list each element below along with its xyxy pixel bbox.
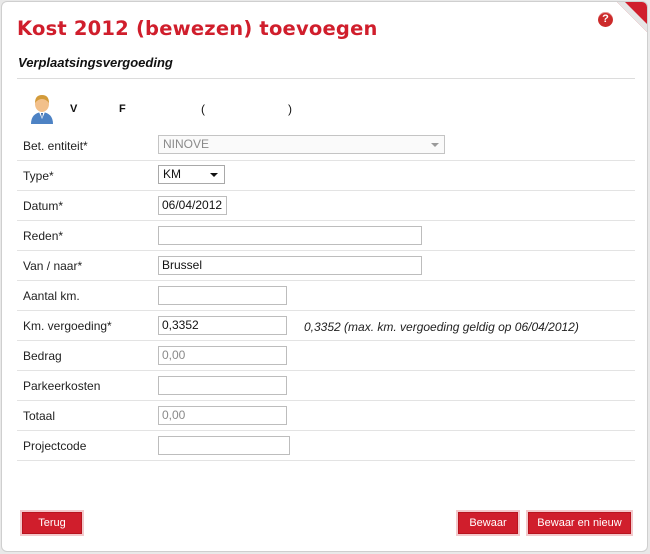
user-initial-second: F <box>119 103 126 115</box>
section-subtitle: Verplaatsingsvergoeding <box>18 55 173 70</box>
row-parkeerkosten: Parkeerkosten <box>17 371 635 401</box>
type-select[interactable]: KM <box>158 165 225 184</box>
divider <box>17 78 635 79</box>
row-datum: Datum* 06/04/2012 <box>17 191 635 221</box>
km-vergoeding-label: Km. vergoeding* <box>23 319 112 333</box>
entity-select: NINOVE <box>158 135 445 154</box>
bedrag-label: Bedrag <box>23 349 62 363</box>
reden-input[interactable] <box>158 226 422 245</box>
datum-label: Datum* <box>23 199 64 213</box>
reden-label: Reden* <box>23 229 64 243</box>
help-icon[interactable]: ? <box>598 12 613 27</box>
aantal-km-input[interactable] <box>158 286 287 305</box>
row-entity: Bet. entiteit* NINOVE <box>17 131 635 161</box>
projectcode-input[interactable] <box>158 436 290 455</box>
save-button[interactable]: Bewaar <box>458 512 518 534</box>
chevron-down-icon <box>431 143 439 147</box>
page-curl-icon <box>617 2 647 32</box>
type-label: Type* <box>23 169 54 183</box>
user-paren-close: ) <box>288 102 292 116</box>
van-naar-label: Van / naar* <box>23 259 83 273</box>
save-and-new-button[interactable]: Bewaar en nieuw <box>528 512 631 534</box>
person-icon <box>31 95 53 124</box>
user-paren-open: ( <box>201 102 205 116</box>
datum-input[interactable]: 06/04/2012 <box>158 196 227 215</box>
km-vergoeding-input[interactable]: 0,3352 <box>158 316 287 335</box>
type-value: KM <box>163 167 181 181</box>
entity-value: NINOVE <box>163 137 210 151</box>
totaal-input: 0,00 <box>158 406 287 425</box>
bedrag-input: 0,00 <box>158 346 287 365</box>
row-aantal-km: Aantal km. <box>17 281 635 311</box>
aantal-km-label: Aantal km. <box>23 289 80 303</box>
row-van-naar: Van / naar* Brussel <box>17 251 635 281</box>
van-naar-input[interactable]: Brussel <box>158 256 422 275</box>
totaal-label: Totaal <box>23 409 56 423</box>
chevron-down-icon <box>210 173 218 177</box>
entity-label: Bet. entiteit* <box>23 139 88 153</box>
projectcode-label: Projectcode <box>23 439 87 453</box>
parkeerkosten-input[interactable] <box>158 376 287 395</box>
row-bedrag: Bedrag 0,00 <box>17 341 635 371</box>
parkeerkosten-label: Parkeerkosten <box>23 379 101 393</box>
row-km-vergoeding: Km. vergoeding* 0,3352 0,3352 (max. km. … <box>17 311 635 341</box>
km-vergoeding-note: 0,3352 (max. km. vergoeding geldig op 06… <box>304 320 579 334</box>
page-title: Kost 2012 (bewezen) toevoegen <box>17 17 378 40</box>
row-type: Type* KM <box>17 161 635 191</box>
row-totaal: Totaal 0,00 <box>17 401 635 431</box>
dialog: Kost 2012 (bewezen) toevoegen ? Verplaat… <box>1 1 648 552</box>
user-initial-first: V <box>70 103 78 115</box>
row-reden: Reden* <box>17 221 635 251</box>
row-projectcode: Projectcode <box>17 431 635 461</box>
back-button[interactable]: Terug <box>22 512 82 534</box>
